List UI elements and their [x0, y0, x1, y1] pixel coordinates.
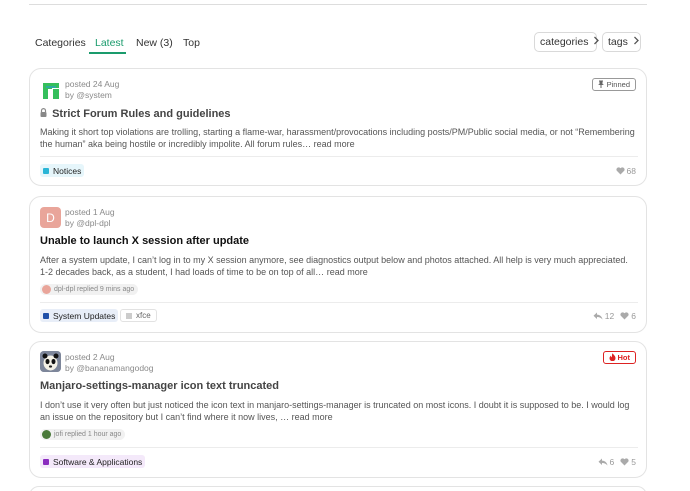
category-label: Notices: [53, 165, 82, 176]
topic-card-next[interactable]: [29, 486, 647, 491]
avatar: D: [40, 207, 61, 228]
heart-icon: [615, 167, 625, 175]
replies-count: 12: [593, 311, 614, 321]
topic-card[interactable]: D posted 1 Aug by @dpl-dpl Unable to lau…: [29, 196, 647, 333]
topic-card-hot[interactable]: posted 2 Aug by @bananamangodog Hot Manj…: [29, 341, 647, 478]
card-divider: [40, 156, 638, 157]
topic-card-pinned[interactable]: posted 24 Aug by @system Pinned Strict F…: [29, 68, 647, 186]
chevron-right-icon: [633, 36, 640, 48]
tag-icon: [126, 312, 132, 319]
topic-stats: 6 5: [592, 457, 636, 467]
heart-icon: [620, 312, 629, 320]
tags-dropdown-button[interactable]: tags: [602, 32, 641, 52]
replies-value: 6: [609, 457, 615, 467]
read-more-link[interactable]: read more: [314, 139, 355, 149]
category-badge[interactable]: Notices: [40, 164, 85, 177]
topic-title[interactable]: Unable to launch X session after update: [40, 235, 249, 247]
topic-meta: posted 2 Aug by @bananamangodog: [65, 352, 154, 374]
topic-title-text: Strict Forum Rules and guidelines: [52, 108, 231, 120]
lock-icon: [40, 108, 50, 120]
likes-value: 68: [626, 166, 636, 176]
author-handle[interactable]: by @bananamangodog: [65, 363, 154, 374]
excerpt-text: I don’t use it very often but just notic…: [40, 400, 630, 422]
card-divider: [40, 302, 638, 303]
header-divider: [29, 4, 647, 5]
category-color-icon: [43, 312, 49, 319]
reply-icon: [598, 458, 608, 466]
topic-stats: 12 6: [587, 311, 636, 321]
tab-latest[interactable]: Latest: [95, 37, 124, 49]
topic-title[interactable]: Manjaro-settings-manager icon text trunc…: [40, 380, 279, 392]
likes-count: 6: [620, 311, 636, 321]
pin-icon: [597, 80, 604, 90]
pinned-badge: Pinned: [591, 78, 636, 91]
likes-count: 68: [615, 166, 636, 176]
topic-excerpt: After a system update, I can’t log in to…: [40, 255, 638, 278]
read-more-link[interactable]: read more: [327, 267, 368, 277]
reply-icon: [593, 312, 603, 320]
replies-count: 6: [598, 457, 615, 467]
tab-top[interactable]: Top: [183, 37, 200, 49]
tag-label: xfce: [136, 311, 151, 320]
category-color-icon: [43, 167, 49, 174]
categories-dropdown-button[interactable]: categories: [534, 32, 600, 52]
last-reply-text: dpl-dpl replied 9 mins ago: [54, 286, 135, 293]
posted-date: posted 2 Aug: [65, 352, 115, 362]
chevron-right-icon: [593, 36, 600, 48]
fire-icon: [609, 352, 616, 363]
last-reply-text: jofi replied 1 hour ago: [54, 431, 122, 438]
badge-label: Hot: [617, 353, 631, 362]
heart-icon: [620, 458, 629, 466]
topic-title[interactable]: Strict Forum Rules and guidelines: [40, 108, 231, 120]
author-handle[interactable]: by @system: [65, 90, 119, 101]
replier-avatar: [42, 430, 51, 439]
posted-date: posted 24 Aug: [65, 79, 120, 89]
active-tab-indicator: [89, 52, 126, 54]
panda-avatar-icon: [40, 351, 61, 372]
tab-new[interactable]: New (3): [136, 37, 173, 49]
last-reply-info[interactable]: jofi replied 1 hour ago: [40, 429, 126, 440]
category-label: System Updates: [53, 310, 116, 321]
categories-dropdown-label: categories: [540, 36, 589, 48]
likes-value: 5: [631, 457, 636, 467]
read-more-link[interactable]: read more: [292, 412, 333, 422]
category-label: Software & Applications: [53, 456, 143, 467]
category-badge[interactable]: Software & Applications: [40, 455, 146, 468]
replies-value: 12: [604, 311, 615, 321]
topic-excerpt: Making it short top violations are troll…: [40, 127, 638, 150]
likes-count: 5: [620, 457, 636, 467]
topic-tag[interactable]: xfce: [120, 309, 157, 322]
category-badge[interactable]: System Updates: [40, 309, 119, 322]
category-color-icon: [43, 458, 49, 465]
likes-value: 6: [631, 311, 636, 321]
avatar-letter: D: [46, 210, 55, 225]
topic-excerpt: I don’t use it very often but just notic…: [40, 400, 638, 423]
topic-meta: posted 24 Aug by @system: [65, 79, 119, 101]
tags-dropdown-label: tags: [608, 36, 628, 48]
topic-meta: posted 1 Aug by @dpl-dpl: [65, 207, 115, 229]
card-divider: [40, 447, 638, 448]
topic-stats: 68: [610, 166, 636, 176]
posted-date: posted 1 Aug: [65, 207, 115, 217]
author-handle[interactable]: by @dpl-dpl: [65, 218, 115, 229]
hot-badge: Hot: [602, 351, 636, 364]
replier-avatar: [42, 285, 51, 294]
tab-categories[interactable]: Categories: [35, 37, 86, 49]
badge-label: Pinned: [606, 80, 630, 89]
manjaro-logo-icon: [40, 80, 61, 101]
last-reply-info[interactable]: dpl-dpl replied 9 mins ago: [40, 284, 139, 295]
topic-list-nav: Categories Latest New (3) Top categories…: [29, 30, 643, 54]
